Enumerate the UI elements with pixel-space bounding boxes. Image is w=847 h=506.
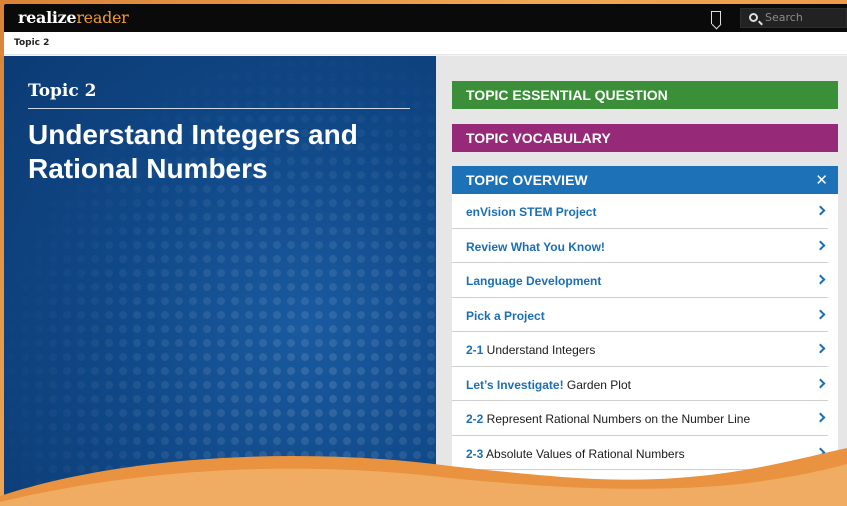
- list-item[interactable]: Let’s Investigate! Garden Plot: [452, 367, 828, 401]
- chevron-right-icon: [815, 378, 826, 388]
- list-item[interactable]: 2-3 Absolute Values of Rational Numbers: [452, 436, 828, 470]
- brand-logo[interactable]: realizereader: [18, 8, 129, 27]
- chevron-right-icon: [815, 309, 826, 319]
- list-item[interactable]: Review What You Know!: [452, 229, 828, 263]
- topic-hero: Topic 2 Understand Integers and Rational…: [4, 56, 436, 506]
- app-window: realizereader Search Topic 2 Topic 2 Und…: [4, 4, 847, 506]
- topic-number: Topic 2: [28, 81, 97, 101]
- page-title: Understand Integers and Rational Numbers: [28, 119, 358, 184]
- list-item[interactable]: Pick a Project: [452, 298, 828, 332]
- chevron-right-icon: [815, 343, 826, 354]
- list-item[interactable]: 2-2 Represent Rational Numbers on the Nu…: [452, 401, 828, 436]
- hero-divider: [28, 108, 410, 109]
- list-item[interactable]: 3-Act Mathematical Modeling: The Ultimat…: [452, 470, 828, 505]
- search-placeholder: Search: [765, 11, 803, 24]
- chevron-right-icon: [815, 205, 826, 216]
- search-icon: [749, 13, 758, 22]
- chevron-right-icon: [815, 240, 826, 250]
- bookmark-icon[interactable]: [711, 11, 721, 24]
- close-icon[interactable]: ✕: [815, 171, 828, 189]
- chevron-right-icon: [815, 412, 826, 423]
- chevron-right-icon: [815, 447, 826, 457]
- overview-list: enVision STEM Project Review What You Kn…: [452, 194, 838, 506]
- search-input[interactable]: Search: [740, 8, 847, 28]
- top-bar: realizereader Search: [4, 4, 847, 32]
- topic-panel: TOPIC ESSENTIAL QUESTION TOPIC VOCABULAR…: [436, 56, 847, 506]
- essential-question-button[interactable]: TOPIC ESSENTIAL QUESTION: [452, 81, 838, 109]
- breadcrumb: Topic 2: [4, 32, 847, 55]
- breadcrumb-item[interactable]: Topic 2: [14, 38, 49, 48]
- list-item[interactable]: 2-1 Understand Integers: [452, 332, 828, 367]
- overview-label: TOPIC OVERVIEW: [466, 172, 588, 188]
- list-item[interactable]: Language Development: [452, 263, 828, 298]
- overview-header[interactable]: TOPIC OVERVIEW ✕: [452, 166, 838, 194]
- vocabulary-button[interactable]: TOPIC VOCABULARY: [452, 124, 838, 152]
- list-item[interactable]: enVision STEM Project: [452, 194, 828, 229]
- chevron-right-icon: [815, 274, 826, 285]
